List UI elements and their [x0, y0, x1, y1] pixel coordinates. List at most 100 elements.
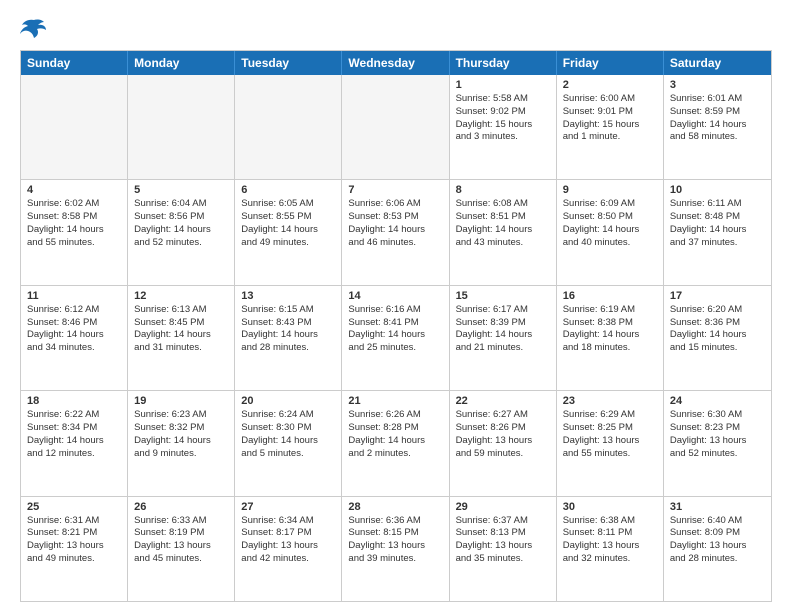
cell-content: Sunrise: 6:37 AM Sunset: 8:13 PM Dayligh…	[456, 515, 533, 564]
day-number: 25	[27, 501, 121, 513]
day-header-wednesday: Wednesday	[342, 51, 449, 75]
cell-content: Sunrise: 6:00 AM Sunset: 9:01 PM Dayligh…	[563, 93, 640, 142]
day-number: 5	[134, 184, 228, 196]
day-number: 22	[456, 395, 550, 407]
day-cell-1: 1Sunrise: 5:58 AM Sunset: 9:02 PM Daylig…	[450, 75, 557, 179]
day-number: 18	[27, 395, 121, 407]
day-number: 8	[456, 184, 550, 196]
calendar: SundayMondayTuesdayWednesdayThursdayFrid…	[20, 50, 772, 602]
day-cell-12: 12Sunrise: 6:13 AM Sunset: 8:45 PM Dayli…	[128, 286, 235, 390]
cell-content: Sunrise: 6:04 AM Sunset: 8:56 PM Dayligh…	[134, 198, 211, 247]
day-cell-6: 6 Sunrise: 6:05 AM Sunset: 8:55 PM Daylig…	[235, 180, 342, 284]
day-number: 31	[670, 501, 765, 513]
day-number: 17	[670, 290, 765, 302]
cell-content: Sunrise: 6:31 AM Sunset: 8:21 PM Dayligh…	[27, 515, 104, 564]
cell-content: Sunrise: 6:06 AM Sunset: 8:53 PM Dayligh…	[348, 198, 425, 247]
calendar-row-1: 1Sunrise: 5:58 AM Sunset: 9:02 PM Daylig…	[21, 75, 771, 180]
calendar-body: 1Sunrise: 5:58 AM Sunset: 9:02 PM Daylig…	[21, 75, 771, 601]
day-cell-29: 29 Sunrise: 6:37 AM Sunset: 8:13 PM Dayli…	[450, 497, 557, 601]
day-number: 19	[134, 395, 228, 407]
day-number: 11	[27, 290, 121, 302]
day-number: 13	[241, 290, 335, 302]
day-cell-17: 17 Sunrise: 6:20 AM Sunset: 8:36 PM Dayli…	[664, 286, 771, 390]
cell-content: Sunrise: 6:23 AM Sunset: 8:32 PM Dayligh…	[134, 409, 211, 458]
day-number: 29	[456, 501, 550, 513]
cell-content: Sunrise: 6:16 AM Sunset: 8:41 PM Dayligh…	[348, 304, 425, 353]
cell-content: Sunrise: 6:24 AM Sunset: 8:30 PM Dayligh…	[241, 409, 318, 458]
day-cell-20: 20 Sunrise: 6:24 AM Sunset: 8:30 PM Dayli…	[235, 391, 342, 495]
day-header-monday: Monday	[128, 51, 235, 75]
day-number: 3	[670, 79, 765, 91]
calendar-row-3: 11Sunrise: 6:12 AM Sunset: 8:46 PM Dayli…	[21, 286, 771, 391]
day-header-tuesday: Tuesday	[235, 51, 342, 75]
empty-cell	[235, 75, 342, 179]
day-cell-22: 22 Sunrise: 6:27 AM Sunset: 8:26 PM Dayli…	[450, 391, 557, 495]
cell-content: Sunrise: 6:40 AM Sunset: 8:09 PM Dayligh…	[670, 515, 747, 564]
day-number: 30	[563, 501, 657, 513]
day-number: 1	[456, 79, 550, 91]
cell-content: Sunrise: 6:20 AM Sunset: 8:36 PM Dayligh…	[670, 304, 747, 353]
empty-cell	[342, 75, 449, 179]
cell-content: Sunrise: 6:34 AM Sunset: 8:17 PM Dayligh…	[241, 515, 318, 564]
day-cell-23: 23 Sunrise: 6:29 AM Sunset: 8:25 PM Dayli…	[557, 391, 664, 495]
cell-content: Sunrise: 6:09 AM Sunset: 8:50 PM Dayligh…	[563, 198, 640, 247]
day-number: 2	[563, 79, 657, 91]
cell-content: Sunrise: 6:26 AM Sunset: 8:28 PM Dayligh…	[348, 409, 425, 458]
day-number: 9	[563, 184, 657, 196]
day-cell-16: 16 Sunrise: 6:19 AM Sunset: 8:38 PM Dayli…	[557, 286, 664, 390]
day-cell-5: 5 Sunrise: 6:04 AM Sunset: 8:56 PM Daylig…	[128, 180, 235, 284]
cell-content: Sunrise: 6:13 AM Sunset: 8:45 PM Dayligh…	[134, 304, 211, 353]
day-cell-10: 10 Sunrise: 6:11 AM Sunset: 8:48 PM Dayli…	[664, 180, 771, 284]
cell-content: Sunrise: 6:22 AM Sunset: 8:34 PM Dayligh…	[27, 409, 104, 458]
page: SundayMondayTuesdayWednesdayThursdayFrid…	[0, 0, 792, 612]
day-cell-11: 11Sunrise: 6:12 AM Sunset: 8:46 PM Dayli…	[21, 286, 128, 390]
calendar-header: SundayMondayTuesdayWednesdayThursdayFrid…	[21, 51, 771, 75]
day-cell-13: 13 Sunrise: 6:15 AM Sunset: 8:43 PM Dayli…	[235, 286, 342, 390]
day-number: 4	[27, 184, 121, 196]
day-number: 21	[348, 395, 442, 407]
day-cell-14: 14 Sunrise: 6:16 AM Sunset: 8:41 PM Dayli…	[342, 286, 449, 390]
day-cell-21: 21 Sunrise: 6:26 AM Sunset: 8:28 PM Dayli…	[342, 391, 449, 495]
cell-content: Sunrise: 6:30 AM Sunset: 8:23 PM Dayligh…	[670, 409, 747, 458]
day-number: 20	[241, 395, 335, 407]
day-number: 6	[241, 184, 335, 196]
day-number: 10	[670, 184, 765, 196]
day-cell-4: 4 Sunrise: 6:02 AM Sunset: 8:58 PM Daylig…	[21, 180, 128, 284]
cell-content: Sunrise: 6:11 AM Sunset: 8:48 PM Dayligh…	[670, 198, 747, 247]
day-cell-7: 7 Sunrise: 6:06 AM Sunset: 8:53 PM Daylig…	[342, 180, 449, 284]
logo-bird-icon	[20, 16, 48, 40]
header	[20, 16, 772, 40]
day-number: 24	[670, 395, 765, 407]
cell-content: Sunrise: 6:15 AM Sunset: 8:43 PM Dayligh…	[241, 304, 318, 353]
calendar-row-2: 4 Sunrise: 6:02 AM Sunset: 8:58 PM Daylig…	[21, 180, 771, 285]
day-number: 23	[563, 395, 657, 407]
calendar-row-5: 25 Sunrise: 6:31 AM Sunset: 8:21 PM Dayli…	[21, 497, 771, 601]
calendar-row-4: 18 Sunrise: 6:22 AM Sunset: 8:34 PM Dayli…	[21, 391, 771, 496]
day-header-sunday: Sunday	[21, 51, 128, 75]
day-number: 7	[348, 184, 442, 196]
day-cell-28: 28Sunrise: 6:36 AM Sunset: 8:15 PM Dayli…	[342, 497, 449, 601]
cell-content: Sunrise: 6:02 AM Sunset: 8:58 PM Dayligh…	[27, 198, 104, 247]
day-number: 27	[241, 501, 335, 513]
day-header-saturday: Saturday	[664, 51, 771, 75]
cell-content: Sunrise: 6:19 AM Sunset: 8:38 PM Dayligh…	[563, 304, 640, 353]
day-number: 26	[134, 501, 228, 513]
day-header-friday: Friday	[557, 51, 664, 75]
day-header-thursday: Thursday	[450, 51, 557, 75]
cell-content: Sunrise: 6:36 AM Sunset: 8:15 PM Dayligh…	[348, 515, 425, 564]
cell-content: Sunrise: 6:05 AM Sunset: 8:55 PM Dayligh…	[241, 198, 318, 247]
cell-content: Sunrise: 6:27 AM Sunset: 8:26 PM Dayligh…	[456, 409, 533, 458]
day-cell-18: 18 Sunrise: 6:22 AM Sunset: 8:34 PM Dayli…	[21, 391, 128, 495]
day-cell-25: 25 Sunrise: 6:31 AM Sunset: 8:21 PM Dayli…	[21, 497, 128, 601]
day-cell-27: 27 Sunrise: 6:34 AM Sunset: 8:17 PM Dayli…	[235, 497, 342, 601]
empty-cell	[21, 75, 128, 179]
day-cell-9: 9 Sunrise: 6:09 AM Sunset: 8:50 PM Daylig…	[557, 180, 664, 284]
cell-content: Sunrise: 6:08 AM Sunset: 8:51 PM Dayligh…	[456, 198, 533, 247]
day-number: 14	[348, 290, 442, 302]
day-number: 16	[563, 290, 657, 302]
cell-content: Sunrise: 6:29 AM Sunset: 8:25 PM Dayligh…	[563, 409, 640, 458]
day-cell-30: 30Sunrise: 6:38 AM Sunset: 8:11 PM Dayli…	[557, 497, 664, 601]
day-cell-8: 8 Sunrise: 6:08 AM Sunset: 8:51 PM Daylig…	[450, 180, 557, 284]
cell-content: Sunrise: 6:01 AM Sunset: 8:59 PM Dayligh…	[670, 93, 747, 142]
day-number: 15	[456, 290, 550, 302]
